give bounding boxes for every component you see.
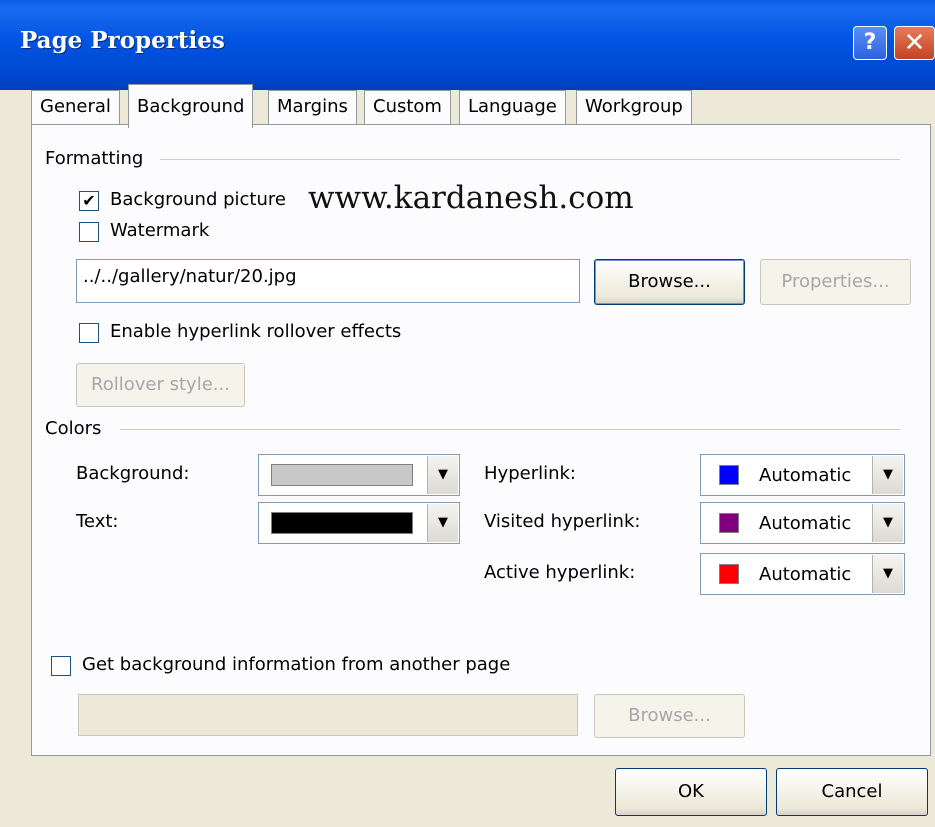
help-icon: ?: [863, 30, 877, 55]
tab-general[interactable]: General: [31, 90, 120, 124]
tab-label: Language: [468, 96, 557, 117]
visited-hyperlink-color-dropdown[interactable]: Automatic ▼: [700, 502, 905, 544]
tab-label: Custom: [373, 96, 442, 117]
background-color-dropdown[interactable]: ▼: [258, 454, 460, 496]
visited-hyperlink-color-swatch: [719, 513, 739, 533]
another-page-browse-button[interactable]: Browse...: [594, 694, 745, 738]
active-hyperlink-color-dropdown[interactable]: Automatic ▼: [700, 553, 905, 595]
tab-label: General: [40, 96, 111, 117]
tab-language[interactable]: Language: [459, 90, 566, 124]
formatting-group-label: Formatting: [45, 148, 154, 169]
colors-divider: [120, 429, 900, 430]
hyperlink-color-label: Hyperlink:: [484, 463, 576, 484]
text-color-label: Text:: [76, 511, 119, 532]
chevron-down-icon[interactable]: ▼: [872, 456, 903, 494]
chevron-down-icon[interactable]: ▼: [872, 504, 903, 542]
another-page-path-field[interactable]: [78, 694, 578, 736]
close-button[interactable]: ✕: [894, 26, 935, 60]
another-page-browse-label: Browse...: [628, 705, 711, 726]
background-picture-label: Background picture: [110, 189, 286, 210]
active-hyperlink-color-swatch: [719, 564, 739, 584]
title-bar[interactable]: Page Properties ? ✕: [0, 0, 935, 90]
rollover-style-label: Rollover style...: [91, 374, 230, 395]
properties-label: Properties...: [781, 271, 890, 292]
tab-label: Background: [137, 96, 245, 117]
dialog-left-margin: [0, 124, 31, 758]
chevron-down-icon[interactable]: ▼: [872, 555, 903, 593]
background-color-label: Background:: [76, 463, 190, 484]
hyperlink-color-value: Automatic: [759, 465, 852, 486]
background-picture-path-field[interactable]: ../../gallery/natur/20.jpg: [76, 259, 580, 303]
hyperlink-color-dropdown[interactable]: Automatic ▼: [700, 454, 905, 496]
visited-hyperlink-color-label: Visited hyperlink:: [484, 511, 641, 532]
chevron-down-icon[interactable]: ▼: [427, 456, 458, 494]
tab-margins[interactable]: Margins: [268, 90, 357, 124]
tab-workgroup[interactable]: Workgroup: [576, 90, 692, 124]
window-title: Page Properties: [20, 27, 225, 54]
browse-label: Browse...: [628, 271, 711, 292]
watermark-overlay-text: www.kardanesh.com: [308, 180, 634, 216]
picture-path-value: ../../gallery/natur/20.jpg: [83, 266, 297, 287]
rollover-style-button[interactable]: Rollover style...: [76, 363, 245, 407]
colors-group-label: Colors: [45, 418, 112, 439]
cancel-button[interactable]: Cancel: [776, 768, 928, 816]
close-icon: ✕: [903, 28, 926, 58]
formatting-divider: [160, 159, 900, 160]
tab-label: Workgroup: [585, 96, 683, 117]
another-page-checkbox[interactable]: [51, 656, 71, 676]
visited-hyperlink-color-value: Automatic: [759, 513, 852, 534]
background-color-swatch: [271, 464, 413, 486]
help-button[interactable]: ?: [853, 26, 887, 60]
watermark-label: Watermark: [110, 220, 210, 241]
background-picture-checkbox[interactable]: ✔: [79, 191, 99, 211]
properties-button[interactable]: Properties...: [760, 259, 911, 305]
browse-button[interactable]: Browse...: [594, 259, 745, 305]
text-color-dropdown[interactable]: ▼: [258, 502, 460, 544]
tab-custom[interactable]: Custom: [364, 90, 451, 124]
rollover-effects-checkbox[interactable]: [79, 323, 99, 343]
active-hyperlink-color-value: Automatic: [759, 564, 852, 585]
another-page-label: Get background information from another …: [82, 654, 511, 675]
ok-label: OK: [678, 781, 704, 802]
active-hyperlink-color-label: Active hyperlink:: [484, 562, 636, 583]
text-color-swatch: [271, 512, 413, 534]
hyperlink-color-swatch: [719, 465, 739, 485]
tab-background[interactable]: Background: [128, 84, 254, 128]
cancel-label: Cancel: [821, 781, 883, 802]
rollover-effects-label: Enable hyperlink rollover effects: [110, 321, 402, 342]
watermark-checkbox[interactable]: [79, 222, 99, 242]
chevron-down-icon[interactable]: ▼: [427, 504, 458, 542]
checkmark-icon: ✔: [82, 191, 96, 210]
tab-label: Margins: [277, 96, 348, 117]
ok-button[interactable]: OK: [615, 768, 767, 816]
